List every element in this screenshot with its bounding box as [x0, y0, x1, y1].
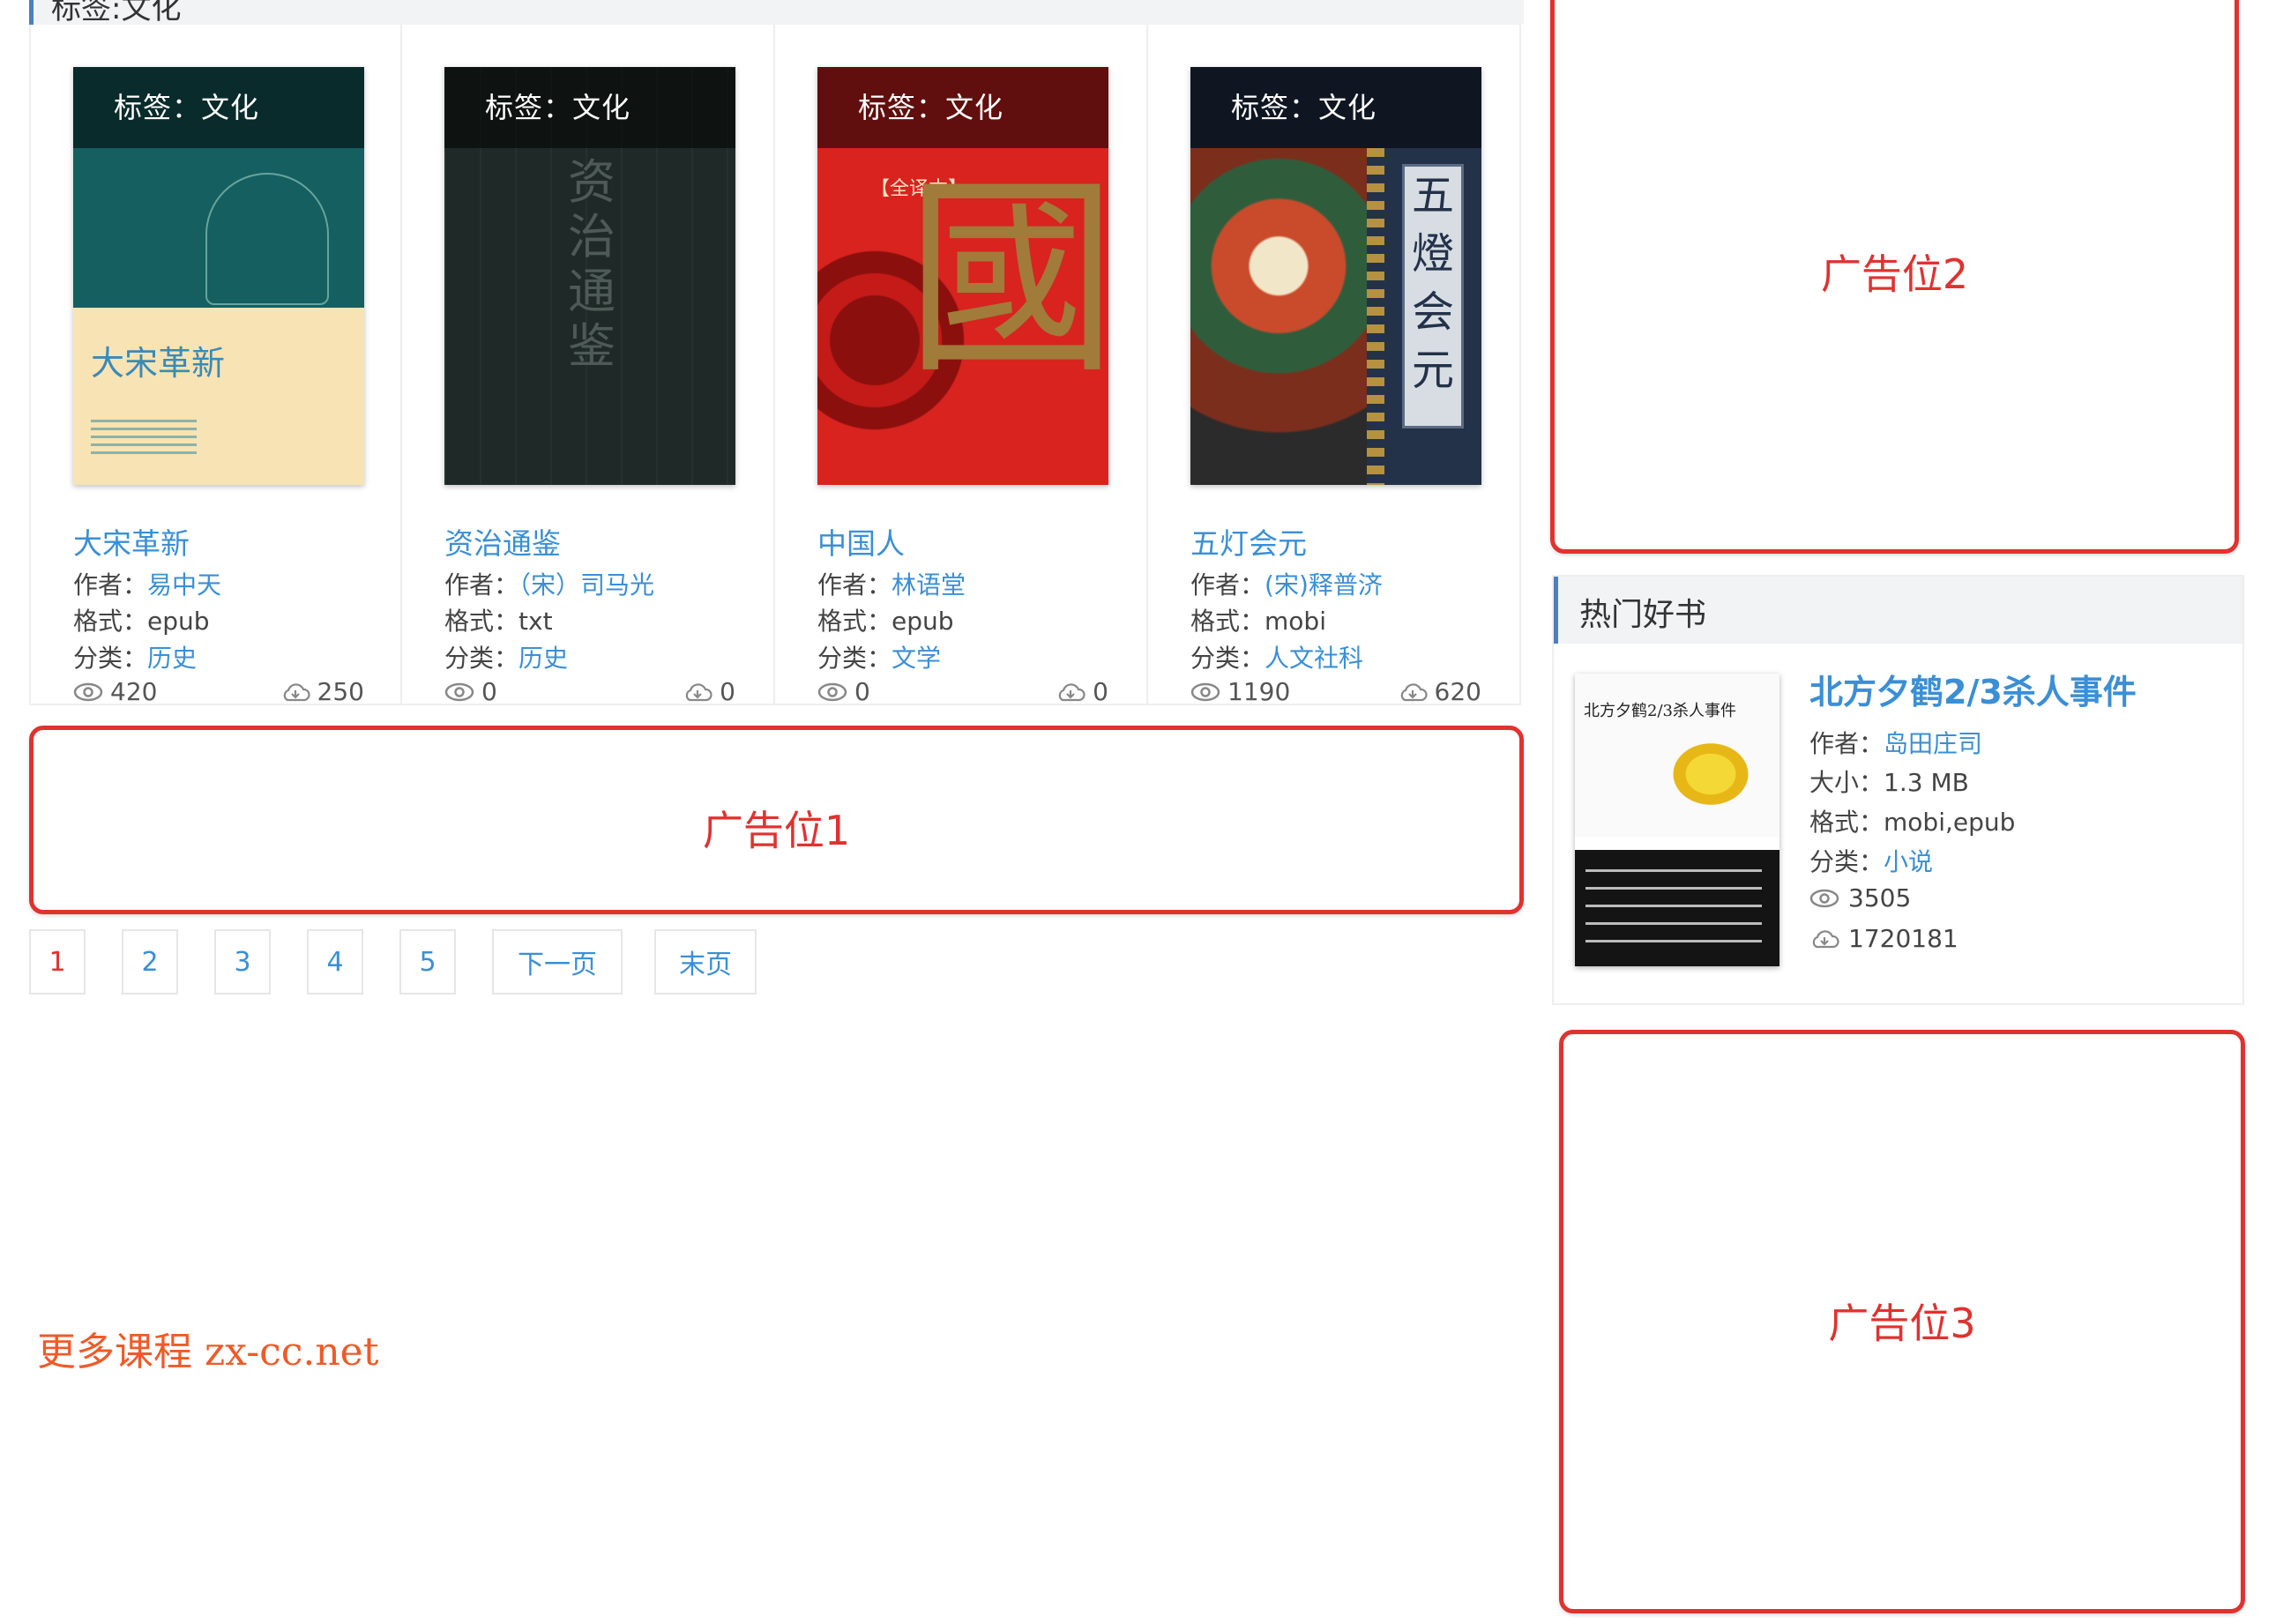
- hot-book-title-link[interactable]: 北方夕鹤2/3杀人事件: [1809, 665, 2137, 713]
- author-link[interactable]: （宋）司马光: [519, 570, 654, 600]
- cover-title-text: 资治通鉴: [568, 154, 616, 374]
- cover-tag-label: 标签：文化: [1190, 67, 1481, 148]
- hot-book-views: 3505: [1809, 883, 1911, 913]
- book-title-link[interactable]: 资治通鉴: [444, 520, 561, 562]
- watermark-text: 更多课程 zx-cc.net: [37, 1330, 379, 1374]
- book-stats: 420 250: [73, 677, 364, 709]
- eye-icon: [1809, 889, 1839, 907]
- book-title-link[interactable]: 五灯会元: [1190, 520, 1307, 562]
- book-cover[interactable]: 标签：文化 资治通鉴: [444, 67, 735, 485]
- ad-slot-3[interactable]: 广告位3: [1559, 1030, 2245, 1613]
- book-grid: 标签：文化 大宋革新 大宋革新 作者：易中天 格式：epub 分类：历史 420…: [29, 25, 1524, 706]
- downloads-count: 0: [683, 677, 735, 706]
- views-count: 0: [444, 677, 497, 706]
- book-title-link[interactable]: 大宋革新: [73, 520, 190, 562]
- category-link[interactable]: 文学: [892, 644, 941, 673]
- cover-title-text: 大宋革新: [91, 344, 226, 383]
- book-card[interactable]: 标签：文化 资治通鉴 资治通鉴 作者：（宋）司马光 格式：txt 分类：历史 0…: [402, 25, 775, 706]
- eye-icon: [817, 682, 847, 701]
- category-link[interactable]: 历史: [519, 644, 568, 673]
- cover-tag-label: 标签：文化: [444, 67, 735, 148]
- cover-title-text: 五燈会元: [1402, 164, 1464, 428]
- ad-slot-label: 广告位1: [702, 807, 851, 854]
- author-link[interactable]: 岛田庄司: [1884, 729, 1982, 758]
- last-page-button[interactable]: 末页: [654, 929, 757, 995]
- cover-title-text: 國: [905, 155, 1108, 402]
- cloud-download-icon: [283, 682, 310, 701]
- book-title-link[interactable]: 中国人: [817, 520, 905, 562]
- hot-book-author: 作者：岛田庄司: [1809, 729, 1983, 758]
- book-author: 作者：（宋）司马光: [444, 570, 655, 600]
- author-link[interactable]: 易中天: [147, 570, 221, 600]
- author-link[interactable]: (宋)释普济: [1265, 570, 1383, 600]
- page-button-4[interactable]: 4: [307, 929, 363, 995]
- next-page-button[interactable]: 下一页: [492, 929, 623, 995]
- cover-tag-label: 标签：文化: [817, 67, 1108, 148]
- eye-icon: [73, 682, 103, 701]
- book-card[interactable]: 标签：文化 大宋革新 大宋革新 作者：易中天 格式：epub 分类：历史 420…: [29, 25, 402, 706]
- eye-icon: [444, 682, 474, 701]
- page-button-2[interactable]: 2: [122, 929, 178, 995]
- book-cover[interactable]: 标签：文化 大宋革新: [73, 67, 364, 485]
- figure-illustration: [205, 173, 329, 305]
- cloud-download-icon: [1058, 682, 1086, 701]
- ad-slot-2[interactable]: 广告位2: [1550, 0, 2239, 554]
- hot-books-panel: 热门好书 北方夕鹤2/3杀人事件 北方夕鹤2/3杀人事件 作者：岛田庄司 大小：…: [1552, 575, 2244, 1005]
- book-format: 格式：epub: [817, 607, 954, 636]
- bird-illustration: [1672, 726, 1769, 806]
- book-category: 分类：文学: [817, 644, 942, 673]
- cloud-download-icon: [1400, 682, 1428, 701]
- book-author: 作者：(宋)释普济: [1190, 570, 1383, 600]
- section-title: 标签:文化: [51, 0, 182, 26]
- book-cover[interactable]: 标签：文化 五燈会元: [1190, 67, 1481, 485]
- category-link[interactable]: 历史: [147, 644, 197, 673]
- views-count: 1190: [1190, 677, 1290, 706]
- category-link[interactable]: 人文社科: [1265, 644, 1363, 673]
- book-card[interactable]: 标签：文化 【全译本】 國 中国人 作者：林语堂 格式：epub 分类：文学 0…: [775, 25, 1148, 706]
- ad-slot-label: 广告位2: [1820, 250, 1969, 298]
- section-header: 标签:文化: [29, 0, 1524, 26]
- hot-books-title: 热门好书: [1579, 597, 1707, 633]
- author-link[interactable]: 林语堂: [892, 570, 966, 600]
- book-category: 分类：历史: [73, 644, 198, 673]
- book-category: 分类：历史: [444, 644, 569, 673]
- hot-book-downloads: 1720181: [1809, 924, 1958, 953]
- book-stats: 1190 620: [1190, 677, 1481, 709]
- book-format: 格式：txt: [444, 607, 553, 636]
- book-category: 分类：人文社科: [1190, 644, 1364, 673]
- thangka-illustration: [1190, 148, 1367, 485]
- category-link[interactable]: 小说: [1884, 847, 1933, 876]
- cover-title-text: 北方夕鹤2/3杀人事件: [1584, 702, 1736, 720]
- downloads-count: 250: [280, 677, 364, 706]
- views-count: 0: [817, 677, 870, 706]
- eye-icon: [1190, 682, 1220, 701]
- ad-slot-1[interactable]: 广告位1: [29, 726, 1524, 914]
- pagination: 1 2 3 4 5 下一页 末页: [29, 929, 793, 995]
- downloads-count: 620: [1398, 677, 1481, 706]
- page-button-5[interactable]: 5: [399, 929, 456, 995]
- hot-book-cover[interactable]: 北方夕鹤2/3杀人事件: [1575, 674, 1779, 966]
- page-button-3[interactable]: 3: [214, 929, 271, 995]
- book-format: 格式：epub: [73, 607, 210, 636]
- book-format: 格式：mobi: [1190, 607, 1326, 636]
- book-card[interactable]: 标签：文化 五燈会元 五灯会元 作者：(宋)释普济 格式：mobi 分类：人文社…: [1148, 25, 1521, 706]
- book-author: 作者：林语堂: [817, 570, 966, 600]
- downloads-count: 0: [1056, 677, 1108, 706]
- book-cover[interactable]: 标签：文化 【全译本】 國: [817, 67, 1108, 485]
- cloud-download-icon: [685, 682, 713, 701]
- hot-book-size: 大小：1.3 MB: [1809, 768, 1969, 797]
- ad-slot-label: 广告位3: [1828, 1300, 1976, 1347]
- book-author: 作者：易中天: [73, 570, 222, 600]
- page-button-1[interactable]: 1: [29, 929, 86, 995]
- hot-book-category: 分类：小说: [1809, 847, 1934, 876]
- views-count: 420: [73, 677, 157, 706]
- book-stats: 0 0: [817, 677, 1108, 709]
- book-stats: 0 0: [444, 677, 735, 709]
- cover-tag-label: 标签：文化: [73, 67, 364, 148]
- hot-books-header: 热门好书: [1554, 577, 2242, 644]
- hot-book-format: 格式：mobi,epub: [1809, 808, 2016, 837]
- cloud-download-icon: [1812, 929, 1839, 948]
